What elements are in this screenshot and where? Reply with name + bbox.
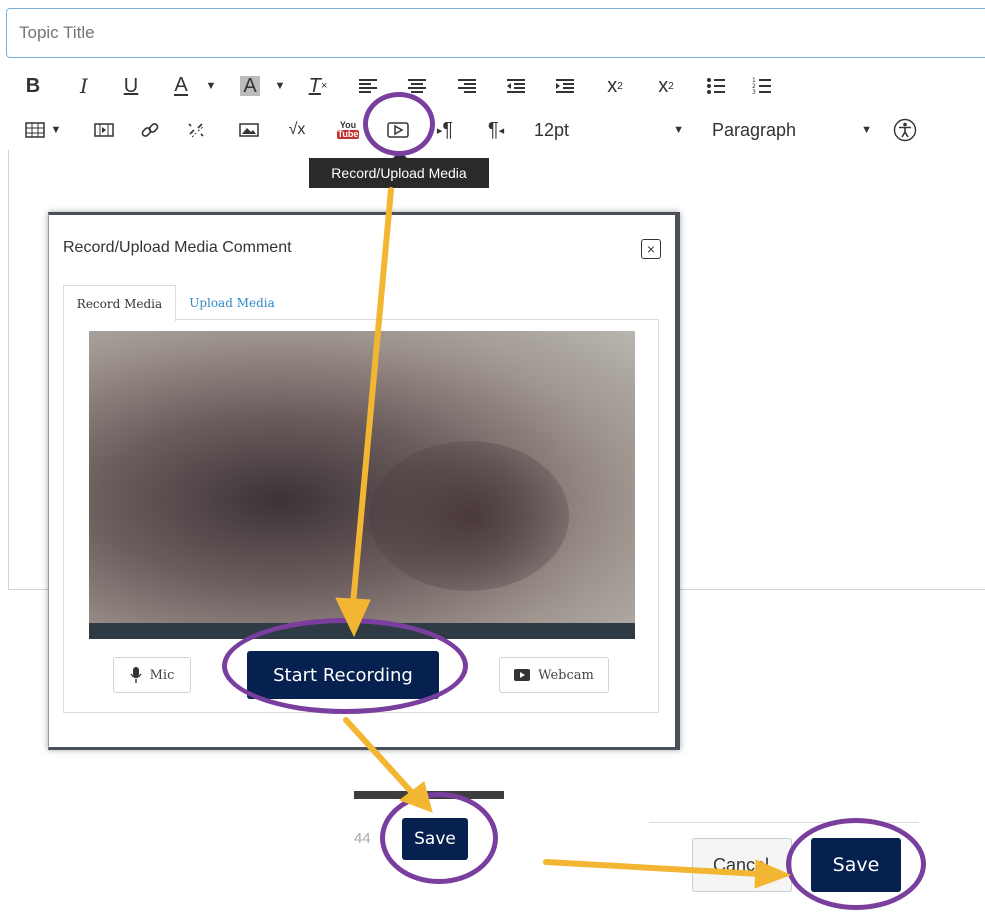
arrow-to-save: [543, 859, 763, 877]
arrow-to-start-recording: [350, 187, 394, 607]
arrow-to-save-small: [343, 717, 419, 800]
annotation-arrows: [335, 187, 792, 889]
